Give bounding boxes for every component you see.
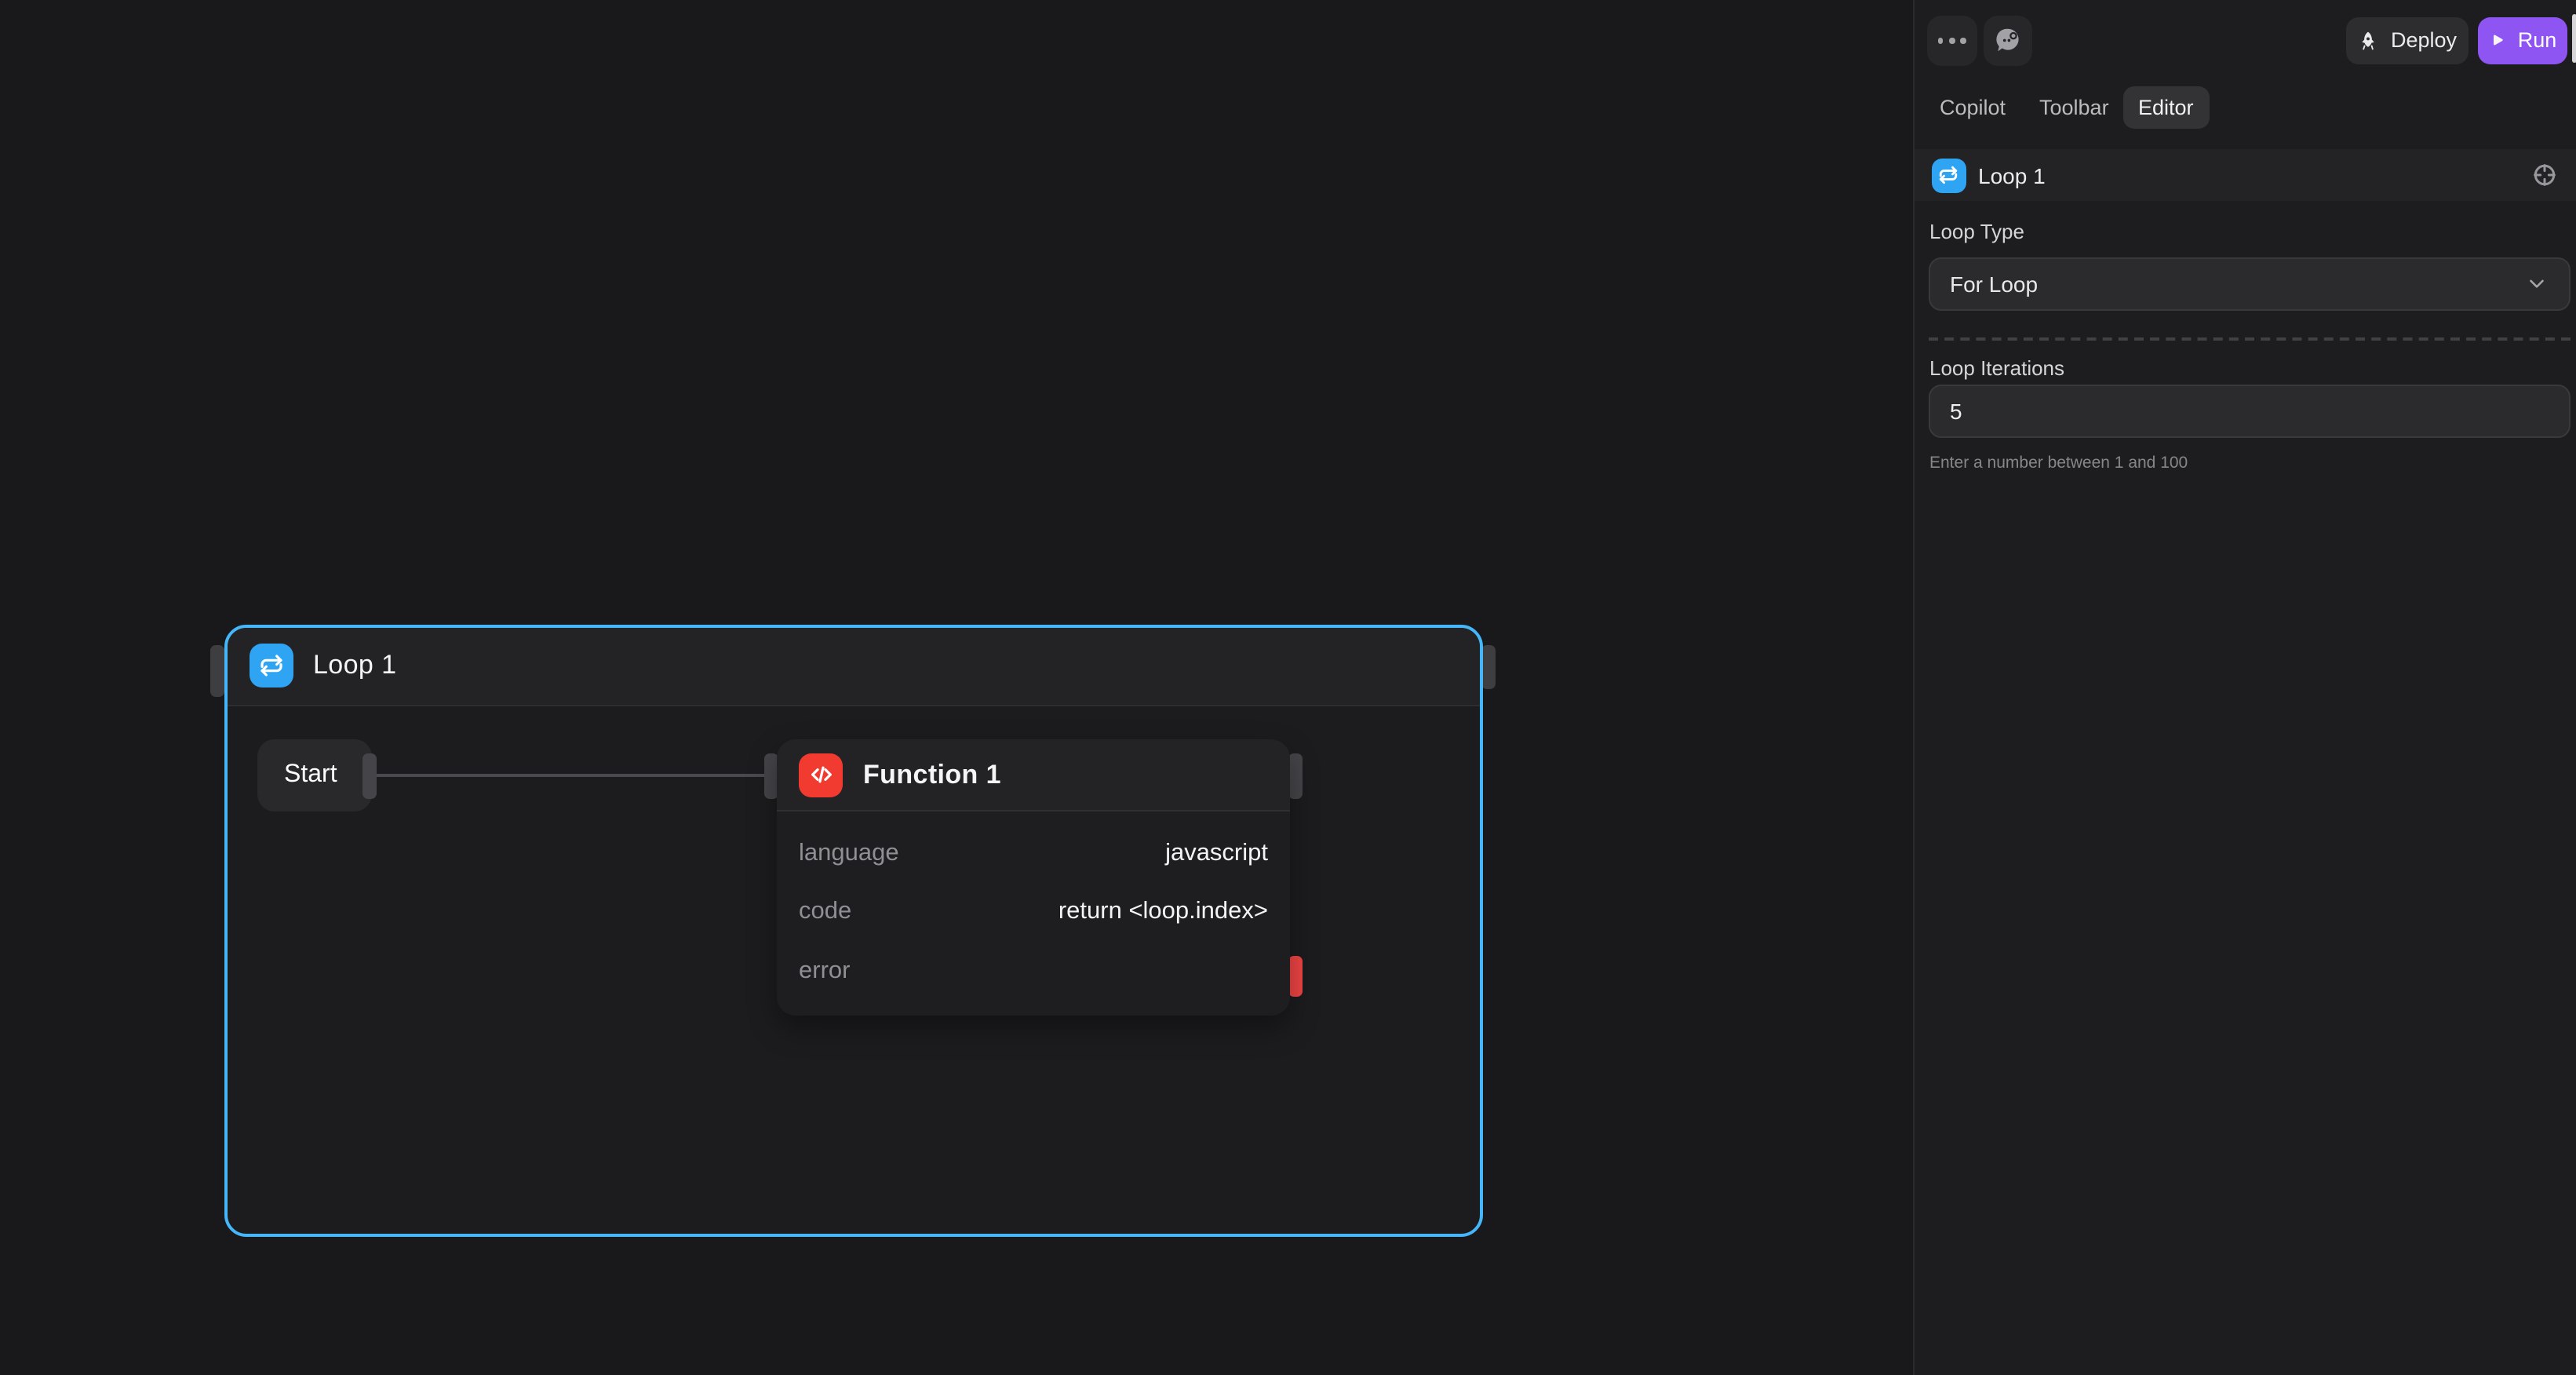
row-key: error bbox=[799, 957, 850, 986]
function-node-title: Function 1 bbox=[863, 759, 1001, 790]
rocket-icon bbox=[2358, 29, 2380, 51]
function-output-handle[interactable] bbox=[1288, 753, 1303, 798]
row-key: code bbox=[799, 899, 851, 927]
loop-repeat-icon bbox=[1931, 158, 1966, 192]
tab-copilot[interactable]: Copilot bbox=[1924, 86, 2021, 129]
scrollbar-thumb[interactable] bbox=[2572, 14, 2576, 63]
loop-repeat-icon bbox=[249, 644, 293, 688]
deploy-button-label: Deploy bbox=[2391, 28, 2457, 52]
loop-iterations-input[interactable] bbox=[1928, 385, 2570, 438]
app-root: Loop 1 Start Function 1 bbox=[0, 0, 2576, 1375]
run-button[interactable]: Run bbox=[2478, 16, 2567, 64]
more-options-button[interactable] bbox=[1927, 16, 1977, 65]
copilot-icon bbox=[1993, 26, 2023, 56]
loop-output-handle[interactable] bbox=[1481, 645, 1496, 689]
chevron-down-icon bbox=[2524, 272, 2548, 295]
edge-start-to-function bbox=[377, 773, 767, 777]
function-row-language[interactable]: language javascript bbox=[799, 824, 1268, 883]
flow-canvas[interactable]: Loop 1 Start Function 1 bbox=[0, 0, 1912, 1375]
selected-node-title: Loop 1 bbox=[1978, 162, 2046, 188]
loop-node-title: Loop 1 bbox=[313, 650, 396, 681]
play-icon bbox=[2488, 31, 2507, 49]
loop-input-handle[interactable] bbox=[210, 645, 224, 697]
start-node[interactable]: Start bbox=[257, 739, 372, 812]
start-output-handle[interactable] bbox=[363, 753, 377, 798]
loop-iterations-helper: Enter a number between 1 and 100 bbox=[1929, 454, 2188, 472]
loop-node-header[interactable]: Loop 1 bbox=[227, 627, 1480, 706]
copilot-button[interactable] bbox=[1983, 16, 2032, 65]
tab-label: Copilot bbox=[1940, 96, 2006, 119]
inspector-sidebar: Deploy Run Copilot Toolbar Editor bbox=[1912, 0, 2576, 1375]
function-row-error[interactable]: error bbox=[799, 942, 1268, 1001]
section-divider bbox=[1928, 337, 2570, 340]
code-icon bbox=[799, 753, 843, 797]
row-value: return <loop.index> bbox=[1058, 899, 1268, 927]
more-options-icon bbox=[1938, 38, 1966, 43]
function-node[interactable]: Function 1 language javascript code retu… bbox=[777, 739, 1290, 1015]
run-button-label: Run bbox=[2518, 28, 2557, 52]
crosshair-icon[interactable] bbox=[2529, 160, 2559, 190]
row-value: javascript bbox=[1165, 840, 1268, 868]
tab-label: Toolbar bbox=[2039, 96, 2109, 119]
loop-type-value: For Loop bbox=[1950, 271, 2038, 296]
tab-toolbar[interactable]: Toolbar bbox=[2024, 86, 2125, 129]
function-error-handle[interactable] bbox=[1288, 956, 1303, 997]
start-node-label: Start bbox=[284, 761, 337, 790]
loop-type-select[interactable]: For Loop bbox=[1928, 257, 2570, 310]
function-node-header[interactable]: Function 1 bbox=[777, 739, 1290, 812]
selected-node-header: Loop 1 bbox=[1914, 149, 2576, 201]
loop-type-label: Loop Type bbox=[1929, 219, 2024, 243]
function-row-code[interactable]: code return <loop.index> bbox=[799, 883, 1268, 942]
function-input-handle[interactable] bbox=[763, 753, 778, 798]
row-key: language bbox=[799, 840, 899, 868]
function-node-body: language javascript code return <loop.in… bbox=[777, 812, 1290, 1015]
deploy-button[interactable]: Deploy bbox=[2346, 16, 2469, 64]
loop-iterations-label: Loop Iterations bbox=[1929, 356, 2064, 380]
tab-label: Editor bbox=[2138, 96, 2194, 119]
tab-editor[interactable]: Editor bbox=[2122, 86, 2210, 129]
